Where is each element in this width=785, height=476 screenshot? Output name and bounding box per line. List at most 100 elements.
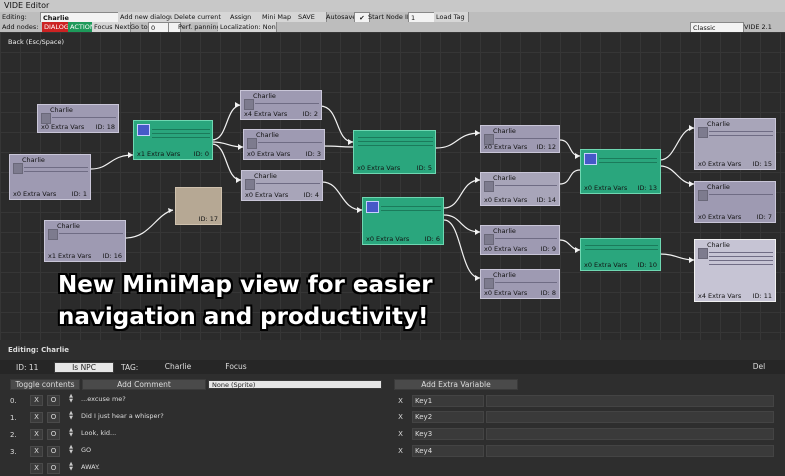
dialogue-node-14[interactable]: Charlie x0 Extra Vars ID: 14 <box>480 172 560 206</box>
node-line <box>24 171 88 172</box>
variable-key-field[interactable]: Key1 <box>412 395 484 407</box>
node-line <box>495 238 557 239</box>
node-extra-vars: x0 Extra Vars <box>13 190 57 198</box>
toggle-contents-button[interactable]: Toggle contents <box>10 379 80 390</box>
dialogue-node-3[interactable]: Charlie x0 Extra Vars ID: 3 <box>243 129 325 160</box>
node-id: ID: 2 <box>302 110 318 118</box>
delete-node-button[interactable]: Del <box>744 362 774 373</box>
action-node-0[interactable]: x1 Extra Vars ID: 0 <box>133 120 213 160</box>
delete-comment-button[interactable]: X <box>30 395 43 406</box>
node-line <box>152 137 210 138</box>
dialogue-node-12[interactable]: Charlie x0 Extra Vars ID: 12 <box>480 125 560 153</box>
reorder-arrows-icon[interactable]: ▲ ▼ <box>67 462 75 472</box>
add-action-node-button[interactable]: ACTION <box>68 22 94 32</box>
assign-button[interactable]: Assign <box>228 12 263 22</box>
action-node-13[interactable]: x0 Extra Vars ID: 13 <box>580 149 661 194</box>
node-line <box>709 256 773 257</box>
node-line <box>381 210 441 211</box>
comment-text-field[interactable]: Did I just hear a whisper? <box>79 410 389 424</box>
option-button[interactable]: O <box>47 446 60 457</box>
action-node-10[interactable]: x0 Extra Vars ID: 10 <box>580 238 661 271</box>
add-extra-variable-button[interactable]: Add Extra Variable <box>394 379 518 390</box>
dialogue-node-15[interactable]: Charlie x0 Extra Vars ID: 15 <box>694 118 776 170</box>
action-node-5[interactable]: x0 Extra Vars ID: 5 <box>353 130 436 174</box>
reorder-arrows-icon[interactable]: ▲ ▼ <box>67 445 75 455</box>
dialogue-node-9[interactable]: Charlie x0 Extra Vars ID: 9 <box>480 225 560 255</box>
node-line <box>585 245 658 246</box>
node-id: ID: 13 <box>637 184 657 192</box>
link-13-15 <box>659 127 695 161</box>
link-6-14 <box>443 179 481 209</box>
node-portrait <box>13 163 23 174</box>
variable-value-field[interactable] <box>486 445 774 457</box>
node-extra-vars: x0 Extra Vars <box>698 213 742 221</box>
dialogue-node-1[interactable]: Charlie x0 Extra Vars ID: 1 <box>9 154 91 200</box>
node-properties-row <box>0 360 785 374</box>
sprite-field[interactable]: None (Sprite) <box>208 380 382 389</box>
dialogue-node-2[interactable]: Charlie x4 Extra Vars ID: 2 <box>240 90 322 120</box>
node-line <box>709 131 773 132</box>
dialogue-node-8[interactable]: Charlie x0 Extra Vars ID: 8 <box>480 269 560 299</box>
add-comment-button[interactable]: Add Comment <box>82 379 206 390</box>
option-button[interactable]: O <box>47 463 60 474</box>
dialogue-node-4[interactable]: Charlie x0 Extra Vars ID: 4 <box>241 170 323 201</box>
link-1-0 <box>90 154 134 170</box>
reorder-arrows-icon[interactable]: ▲ ▼ <box>67 411 75 421</box>
main-toolbar: Editing: Charlie Add new dialogue Delete… <box>0 12 785 24</box>
comment-text-field[interactable]: Look, kid... <box>79 427 389 441</box>
option-button[interactable]: O <box>47 412 60 423</box>
node-extra-vars: x0 Extra Vars <box>247 150 291 158</box>
comment-text-field[interactable]: GO <box>79 444 389 458</box>
localization-button[interactable]: Localization: None <box>218 22 277 32</box>
variable-key-field[interactable]: Key4 <box>412 445 484 457</box>
delete-comment-button[interactable]: X <box>30 412 43 423</box>
option-button[interactable]: O <box>47 429 60 440</box>
load-tag-button[interactable]: Load Tag <box>434 12 469 22</box>
node-id: ID: 1 <box>71 190 87 198</box>
option-button[interactable]: O <box>47 395 60 406</box>
dialogue-node-16[interactable]: Charlie x1 Extra Vars ID: 16 <box>44 220 126 262</box>
delete-variable-button[interactable]: X <box>394 395 407 407</box>
node-portrait-icon <box>584 153 597 165</box>
variable-value-field[interactable] <box>486 411 774 423</box>
dialogue-node-18[interactable]: Charlie x0 Extra Vars ID: 18 <box>37 104 119 133</box>
delete-variable-button[interactable]: X <box>394 445 407 457</box>
window-title: VIDE Editor <box>4 1 50 10</box>
window-title-bar: VIDE Editor <box>0 0 785 12</box>
dialogue-node-11-selected[interactable]: Charlie x4 Extra Vars ID: 11 <box>694 239 776 302</box>
variable-key-field[interactable]: Key2 <box>412 411 484 423</box>
variable-value-field[interactable] <box>486 395 774 407</box>
delete-comment-button[interactable]: X <box>30 463 43 474</box>
delete-variable-button[interactable]: X <box>394 411 407 423</box>
variable-value-field[interactable] <box>486 428 774 440</box>
focus-button[interactable]: Focus <box>216 362 256 373</box>
node-line <box>152 129 210 130</box>
node-line <box>258 142 322 143</box>
delete-comment-button[interactable]: X <box>30 446 43 457</box>
node-name: Charlie <box>707 120 730 128</box>
add-dialog-node-button[interactable]: DIALOG <box>42 22 70 32</box>
node-name: Charlie <box>493 227 516 235</box>
comment-text-field[interactable]: AWAY. <box>79 461 389 474</box>
action-node-6[interactable]: x0 Extra Vars ID: 6 <box>362 197 444 245</box>
dialogue-node-17[interactable]: ID: 17 <box>175 187 222 225</box>
focus-next-button[interactable]: Focus Next <box>92 22 131 32</box>
node-name: Charlie <box>253 92 276 100</box>
variable-key-field[interactable]: Key3 <box>412 428 484 440</box>
node-line <box>709 252 773 253</box>
delete-comment-button[interactable]: X <box>30 429 43 440</box>
delete-current-button[interactable]: Delete current <box>172 12 231 22</box>
reorder-arrows-icon[interactable]: ▲ ▼ <box>67 428 75 438</box>
mini-map-button[interactable]: Mini Map <box>260 12 299 22</box>
delete-variable-button[interactable]: X <box>394 428 407 440</box>
tag-field[interactable]: Charlie <box>142 362 214 373</box>
node-extra-vars: x0 Extra Vars <box>484 143 528 151</box>
save-button[interactable]: SAVE <box>296 12 327 22</box>
is-npc-toggle[interactable]: Is NPC <box>54 362 114 373</box>
dialogue-node-7[interactable]: Charlie x0 Extra Vars ID: 7 <box>694 181 776 223</box>
reorder-arrows-icon[interactable]: ▲ ▼ <box>67 394 75 404</box>
node-extra-vars: x0 Extra Vars <box>484 289 528 297</box>
node-id: ID: 4 <box>303 191 319 199</box>
add-new-dialogue-button[interactable]: Add new dialogue <box>118 12 175 22</box>
comment-text-field[interactable]: ...excuse me? <box>79 393 389 407</box>
